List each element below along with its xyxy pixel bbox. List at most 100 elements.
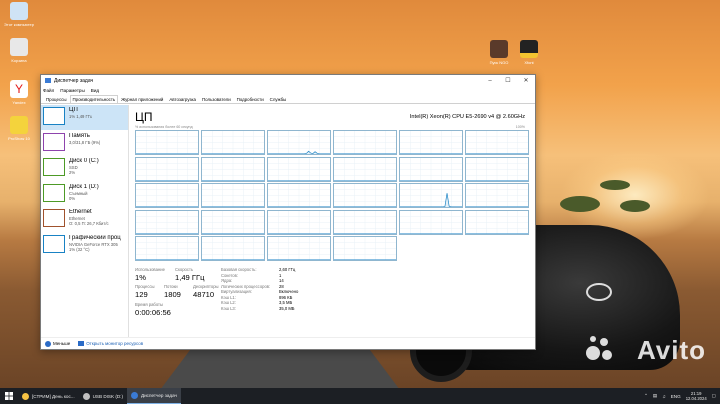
core-graph-grid: [135, 130, 529, 264]
resource-item-disk1[interactable]: Диск 1 (D:) Съемный 0%: [41, 182, 128, 207]
app-icon: [520, 40, 538, 58]
tab-startup[interactable]: Автозагрузка: [166, 95, 199, 103]
core-graph-19: [201, 209, 265, 235]
tab-users[interactable]: Пользователи: [199, 95, 234, 103]
core-graph-9: [333, 156, 397, 182]
menu-options[interactable]: Параметры: [60, 88, 85, 93]
desktop-icon-label: ProShow 10: [8, 136, 30, 141]
core-graph-4: [399, 130, 463, 155]
resource-name: Ethernet: [69, 209, 92, 215]
desktop-icon-yandex[interactable]: Y Yandex: [2, 80, 36, 105]
resource-line1: 1% 1,49 ГГц: [69, 114, 93, 119]
resource-list: ЦП 1% 1,49 ГГц Память 3,0/31,8 ГБ (9%) Д…: [41, 105, 129, 338]
close-button[interactable]: ✕: [517, 77, 535, 84]
tab-bar: Процессы Производительность Журнал прило…: [41, 95, 535, 104]
tab-details[interactable]: Подробности: [234, 95, 267, 103]
spec-label: Виртуализация:: [221, 289, 252, 294]
spec-label: Кэш L2:: [221, 300, 236, 305]
yandex-browser-icon: [22, 392, 29, 400]
desktop-icon-game[interactable]: Пуск NGO: [482, 40, 516, 65]
tab-app-history[interactable]: Журнал приложений: [118, 95, 166, 103]
spec-value: 896 КБ: [279, 294, 293, 300]
chevron-up-icon[interactable]: ⌃: [644, 393, 648, 399]
maximize-button[interactable]: ☐: [499, 77, 517, 84]
desktop-icon-xfont[interactable]: Xfont: [512, 40, 546, 65]
cpu-thumbnail: [43, 107, 65, 125]
menu-bar: Файл Параметры Вид: [41, 86, 535, 95]
fewer-details-button[interactable]: Меньше: [53, 341, 70, 346]
open-resource-monitor-link[interactable]: Открыть монитор ресурсов: [86, 341, 143, 346]
resource-name: Диск 1 (D:): [69, 183, 99, 190]
resource-line2: 0%: [69, 195, 76, 201]
spec-value: 3,5 МБ: [279, 300, 293, 305]
usage-value: 1%: [135, 273, 146, 282]
taskbar-item-usb-disk[interactable]: USB DISK (D:): [79, 388, 127, 404]
resource-item-gpu[interactable]: Графический проц NVIDIA GeForce RTX 305 …: [41, 233, 128, 258]
core-graph-18: [135, 209, 199, 235]
processes-label: Процессы: [135, 284, 155, 289]
spec-value: 28: [279, 283, 284, 289]
desktop-icon-recycle-bin[interactable]: Корзина: [2, 38, 36, 63]
resource-item-memory[interactable]: Память 3,0/31,8 ГБ (9%): [41, 131, 128, 156]
spec-value: 2,60 ГГц: [279, 267, 296, 272]
spec-label: Базовая скорость:: [221, 267, 257, 272]
taskbar: [СТРИМ] День кос... USB DISK (D:) Диспет…: [0, 388, 720, 404]
core-graph-12: [135, 183, 199, 209]
core-graph-3: [333, 130, 397, 155]
start-button[interactable]: [0, 388, 18, 404]
game-icon: [490, 40, 508, 58]
menu-file[interactable]: Файл: [43, 88, 54, 93]
desktop-icon-proshow[interactable]: ProShow 10: [2, 116, 36, 141]
resource-line2: 1% (32 °C): [69, 246, 90, 252]
bush: [620, 200, 650, 212]
desktop-icon-label: Корзина: [11, 58, 27, 63]
resource-line2: О: 0,5 П: 26,7 Кбит/с: [69, 221, 109, 226]
cpu-detail-pane: ЦП Intel(R) Xeon(R) CPU E5-2690 v4 @ 2.6…: [129, 105, 535, 338]
system-tray: ⌃ ▤ ♫ ENG 21:19 12.04.2024 ▢: [639, 391, 720, 401]
tab-processes[interactable]: Процессы: [43, 95, 70, 103]
memory-thumbnail: [43, 132, 65, 151]
volume-icon[interactable]: ♫: [662, 394, 665, 399]
core-graph-20: [267, 209, 331, 235]
resource-item-ethernet[interactable]: Ethernet Ethernet О: 0,5 П: 26,7 Кбит/с: [41, 207, 128, 232]
core-graph-27: [333, 236, 397, 262]
windows-icon: [5, 392, 13, 400]
spec-label: Ядра:: [221, 278, 233, 283]
tab-performance[interactable]: Производительность: [69, 95, 119, 103]
utilization-max: 100%: [515, 125, 525, 129]
ethernet-thumbnail: [43, 209, 65, 227]
core-graph-16: [399, 183, 463, 209]
core-graph-6: [135, 156, 199, 182]
resource-item-disk0[interactable]: Диск 0 (C:) SSD 2%: [41, 156, 128, 181]
resource-item-cpu[interactable]: ЦП 1% 1,49 ГГц: [41, 105, 128, 130]
taskbar-item-label: Диспетчер задач: [140, 393, 177, 398]
handles-label: Дескрипторы: [193, 284, 219, 289]
desktop-icon-label: Пуск NGO: [489, 60, 509, 65]
menu-view[interactable]: Вид: [91, 88, 99, 93]
minimize-button[interactable]: –: [481, 78, 499, 84]
network-icon[interactable]: ▤: [653, 393, 657, 399]
window-footer: Меньше Открыть монитор ресурсов: [41, 337, 535, 349]
language-indicator[interactable]: ENG: [671, 394, 681, 399]
taskbar-item-browser[interactable]: [СТРИМ] День кос...: [18, 388, 79, 404]
clock[interactable]: 21:19 12.04.2024: [686, 391, 707, 401]
core-graph-0: [135, 130, 199, 155]
cpu-stats: Использование 1% Скорость 1,49 ГГц Проце…: [135, 267, 525, 337]
core-graph-21: [333, 209, 397, 235]
title-bar: Диспетчер задач – ☐ ✕: [41, 75, 535, 86]
tab-services[interactable]: Службы: [267, 95, 290, 103]
window-title: Диспетчер задач: [54, 77, 94, 84]
notifications-icon[interactable]: ▢: [712, 393, 716, 399]
core-graph-5: [465, 130, 529, 155]
core-graph-15: [333, 183, 397, 209]
core-graph-11: [465, 156, 529, 182]
chevron-up-icon: [45, 340, 51, 347]
threads-value: 1809: [164, 290, 181, 299]
handles-value: 48710: [193, 290, 215, 299]
bush: [600, 180, 630, 190]
speed-value: 1,49 ГГц: [175, 273, 205, 282]
desktop-icon-this-pc[interactable]: Этот компьютер: [2, 2, 36, 27]
spec-value: Включено: [279, 289, 299, 294]
taskbar-item-task-manager[interactable]: Диспетчер задач: [126, 388, 181, 404]
core-graph-14: [267, 183, 331, 209]
